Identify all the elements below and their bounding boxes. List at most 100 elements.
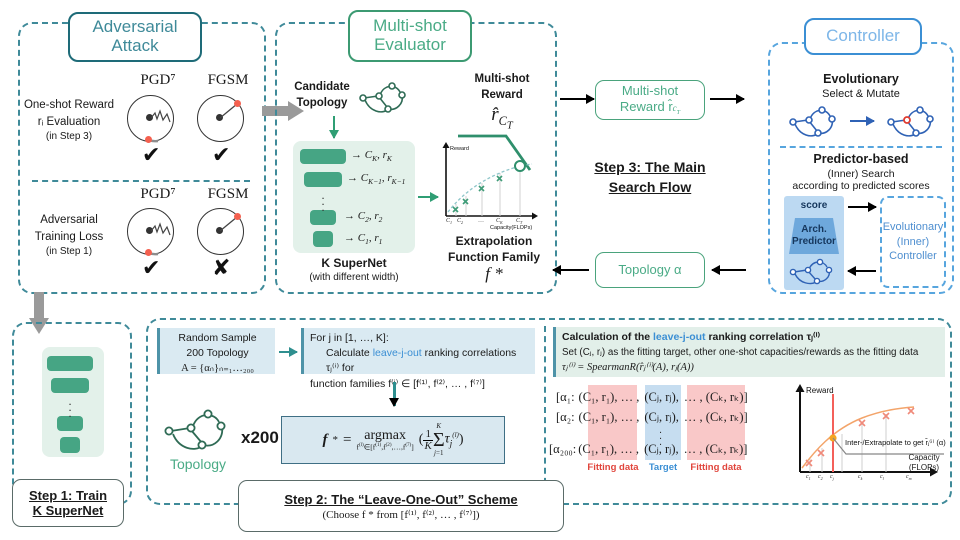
step1-bar-2 [51, 378, 89, 393]
mutate-arrow [850, 116, 875, 126]
one-shot-reward-line1: One-shot Reward [23, 99, 115, 111]
step2-topology-graph-icon [164, 409, 226, 450]
topology-to-evaluator-arrow [552, 265, 589, 275]
ljo-xaxis-label-line1: Capacity [908, 453, 940, 462]
pgd-circle-row1 [127, 95, 174, 143]
step3-title-line2: Search Flow [608, 178, 692, 195]
arch-predictor-trapezoid: Arch. Predictor [789, 218, 839, 254]
k-supernet-subcaption: (with different width) [309, 272, 399, 283]
argmax-formula-box: f * = argmax f(l)∈[f(1),f(2),…,f(7)] ( 1K… [281, 416, 505, 464]
matrix-row-1-a: (C₁, r₁), … , [578, 390, 640, 404]
extrap-tick-c2: C2 [457, 218, 464, 226]
matrix-row-3-c: … , (Cₖ, rₖ)] [683, 442, 748, 456]
matrix-row-1-c: … , (Cₖ, rₖ)] [683, 390, 748, 404]
step1-supernet-group: ... [42, 347, 104, 457]
leave-j-out-header-box: Calculation of the leave-j-out ranking c… [553, 327, 945, 377]
pgd-path-row1 [145, 109, 171, 143]
reward-to-controller-arrow [710, 94, 745, 104]
row2-col2-header: FGSM [198, 186, 258, 203]
fgsm-red-dot-row1 [234, 100, 241, 107]
extrap-tick-ellipsis: … [478, 218, 484, 224]
matrix-row-2-a: (C₁, r₁), … , [578, 410, 640, 424]
k-supernet-caption: K SuperNet [321, 256, 387, 270]
ljo-tick-cj: cj [830, 474, 834, 482]
extrapolation-line1: Extrapolation [455, 234, 533, 248]
score-label: score [800, 200, 828, 211]
candidate-topology-line1: Candidate [294, 81, 350, 93]
fgsm-red-dot-row2 [234, 213, 241, 220]
candidate-topology-label: Candidate Topology [286, 80, 358, 111]
k-supernet-group: ... → CK, rK → CK−1, rK−1 → C2, r2 → C1,… [293, 141, 415, 253]
row2-col1-header-text: PGD⁷ [140, 186, 176, 202]
fgsm-circle-row1 [197, 95, 244, 142]
matrix-row-3-prefix: [α₂₀₀: [549, 442, 577, 456]
step1-bar-4 [60, 437, 80, 453]
evaluator-to-reward-arrow [560, 94, 595, 104]
candidate-topology-graph-icon [359, 82, 406, 113]
ljo-tick-ck: ck [858, 474, 863, 482]
matrix-row-3: [α₂₀₀: (C₁, r₁), … , (Cⱼ, rⱼ), … , (Cₖ, rₖ)… [549, 441, 747, 457]
loop-line1: For j in [1, …, K]: [310, 332, 389, 344]
step2-inner-separator [544, 326, 546, 494]
predictor-sub2: according to predicted scores [792, 180, 930, 192]
extrapolation-symbol: f * [438, 264, 550, 284]
supernet-bar-2 [304, 172, 342, 187]
leave-j-out-head-b: ranking correlation τⱼ⁽ⁱ⁾ [705, 331, 821, 343]
multishot-reward-box-line2-text: Reward r̂ [619, 98, 673, 114]
topology-multiplier: x200 [241, 428, 279, 447]
ljo-xaxis-label: Capacity (FLOPs) [898, 453, 950, 474]
adversarial-training-loss-label: Adversarial Training Loss (in Step 1) [14, 212, 124, 260]
row1-col2-header-text: FGSM [207, 72, 249, 88]
multishot-title-line2: Evaluator [374, 35, 446, 54]
matrix-row-3-a: (C₁, r₁), … , [578, 442, 640, 456]
loop-line3: function families f⁽ⁱ⁾ ∈ [f⁽¹⁾, f⁽²⁾, … … [310, 377, 485, 390]
step1-vertical-ellipsis: ... [68, 394, 72, 420]
row1-col1-check: ✔ [142, 142, 161, 167]
row2-col1-check: ✔ [142, 255, 161, 280]
loop-line2-highlight: leave-j-out [372, 347, 422, 360]
step2-title: Step 2: The “Leave-One-Out” Scheme [284, 491, 518, 507]
leave-j-out-line3: τⱼ⁽ⁱ⁾ = SpearmanR(r̂ⱼ⁽ⁱ⁾(A), rⱼ(A)) [562, 362, 694, 374]
leave-j-out-head: Calculation of the leave-j-out ranking c… [562, 330, 939, 346]
matrix-row-1-b: (Cⱼ, rⱼ), [644, 390, 679, 404]
predictor-title: Predictor-based [813, 152, 909, 166]
argmax-formula-rendered: f * = argmax f(l)∈[f(1),f(2),…,f(7)] ( 1K… [322, 422, 464, 457]
adversarial-attack-title-line2: Attack [111, 36, 159, 55]
extrap-tick-c1: C1 [446, 218, 453, 226]
step1-chip: Step 1: Train K SuperNet [12, 479, 124, 527]
random-sample-line1: Random Sample [178, 332, 257, 344]
inner-controller-line2: (Inner) [896, 235, 930, 248]
inner-controller-box: Evolutionary (Inner) Controller [880, 196, 946, 288]
adv-training-line2: Training Loss [34, 230, 104, 243]
svg-text:Reward: Reward [806, 386, 834, 395]
matrix-row-3-b: (Cⱼ, rⱼ), [644, 442, 679, 456]
row1-col1-header: PGD⁷ [128, 72, 188, 89]
arch-predictor-line1: Arch. [801, 223, 827, 235]
evolutionary-graph-before-icon [789, 106, 836, 137]
band-label-middle: Target [648, 462, 678, 473]
predictor-sub1: (Inner) Search [827, 168, 895, 180]
matrix-row-2-prefix: [α₂: [556, 410, 575, 424]
evolutionary-title: Evolutionary [823, 72, 899, 86]
step1-subtitle: K SuperNet [32, 503, 104, 518]
fgsm-circle-row2 [197, 208, 244, 255]
supernet-row-label-4: → C1, r1 [344, 232, 383, 247]
topology-box: Topology α [595, 252, 705, 288]
step3-title-line1: Step 3: The Main [594, 159, 706, 175]
matrix-row-2-c: … , (Cₖ, rₖ)] [683, 410, 748, 424]
loop-line2-a: Calculate [326, 347, 373, 360]
score-to-inner-controller-arrow [848, 202, 877, 212]
multishot-reward-box-line1: Multi-shot [621, 83, 679, 99]
ljo-tick-cm: cm [906, 474, 912, 482]
matrix-row-1: [α₁: (C₁, r₁), … , (Cⱼ, rⱼ), … , (Cₖ, rₖ)] [556, 389, 748, 405]
row2-col2-cross: ✘ [212, 255, 231, 280]
evolutionary-graph-after-icon [887, 106, 934, 137]
topology-box-text: Topology α [618, 262, 682, 278]
controller-divider [780, 146, 942, 148]
extrapolation-caption: Extrapolation Function Family [438, 234, 550, 265]
step3-title: Step 3: The Main Search Flow [590, 158, 710, 197]
row1-col2-header: FGSM [198, 72, 258, 89]
adv-training-line1: Adversarial [40, 214, 98, 226]
matrix-row-1-prefix: [α₁: [556, 390, 575, 404]
multishot-reward-box-line2: Reward r̂cT [619, 98, 681, 116]
